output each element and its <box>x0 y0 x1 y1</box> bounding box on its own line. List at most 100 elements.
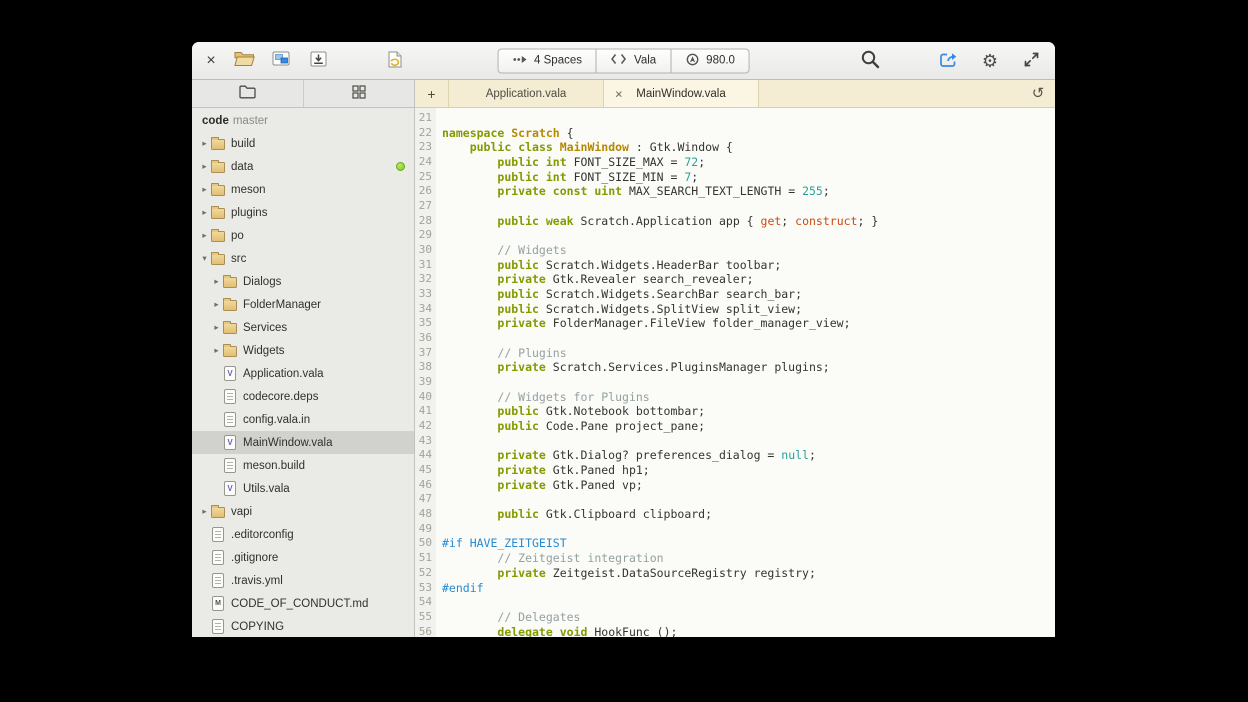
code-line[interactable] <box>442 434 1055 449</box>
code-line[interactable]: private Gtk.Paned vp; <box>442 478 1055 493</box>
code-line[interactable] <box>442 199 1055 214</box>
vala-file-icon: V <box>224 481 236 496</box>
tree-item-dialogs[interactable]: ▸Dialogs <box>192 270 414 293</box>
line-number: 29 <box>415 228 432 243</box>
file-label: Utils.vala <box>243 483 290 495</box>
save-as-button[interactable] <box>304 48 332 74</box>
code-line[interactable] <box>442 492 1055 507</box>
tab-bar-spacer <box>759 80 1021 107</box>
tree-item-foldermanager[interactable]: ▸FolderManager <box>192 293 414 316</box>
tree-item-mainwindow.vala[interactable]: VMainWindow.vala <box>192 431 414 454</box>
code-line[interactable]: // Widgets for Plugins <box>442 390 1055 405</box>
code-line[interactable]: public int FONT_SIZE_MIN = 7; <box>442 170 1055 185</box>
code-line[interactable]: // Plugins <box>442 346 1055 361</box>
tree-item-data[interactable]: ▸data <box>192 155 414 178</box>
code-line[interactable]: public Scratch.Widgets.SplitView split_v… <box>442 302 1055 317</box>
code-line[interactable]: private Gtk.Revealer search_revealer; <box>442 272 1055 287</box>
code-line[interactable]: public Code.Pane project_pane; <box>442 419 1055 434</box>
share-button[interactable] <box>935 48 963 74</box>
code-line[interactable] <box>442 595 1055 610</box>
code-line[interactable]: private const uint MAX_SEARCH_TEXT_LENGT… <box>442 184 1055 199</box>
expander-collapsed-icon[interactable]: ▸ <box>210 322 223 333</box>
tree-item-.travis.yml[interactable]: .travis.yml <box>192 569 414 592</box>
text-file-icon <box>224 389 236 404</box>
code-line[interactable] <box>442 111 1055 126</box>
expander-collapsed-icon[interactable]: ▸ <box>210 276 223 287</box>
code-line[interactable]: // Delegates <box>442 610 1055 625</box>
new-tab-button[interactable]: + <box>415 80 448 107</box>
tree-item-utils.vala[interactable]: V Utils.vala <box>192 477 414 500</box>
expander-collapsed-icon[interactable]: ▸ <box>198 506 211 517</box>
code-line[interactable] <box>442 522 1055 537</box>
expander-collapsed-icon[interactable]: ▸ <box>198 161 211 172</box>
tree-item-.editorconfig[interactable]: .editorconfig <box>192 523 414 546</box>
code-line[interactable]: private Zeitgeist.DataSourceRegistry reg… <box>442 566 1055 581</box>
expander-collapsed-icon[interactable]: ▸ <box>198 184 211 195</box>
line-number: 27 <box>415 199 432 214</box>
search-button[interactable] <box>856 48 884 74</box>
code-line[interactable]: namespace Scratch { <box>442 126 1055 141</box>
goto-line-button[interactable]: 980.0 <box>670 48 750 73</box>
code-line[interactable]: #endif <box>442 581 1055 596</box>
code-line[interactable]: private Gtk.Paned hp1; <box>442 463 1055 478</box>
line-number: 49 <box>415 522 432 537</box>
project-header[interactable]: codemaster <box>192 108 414 132</box>
folder-icon <box>211 231 225 242</box>
code-line[interactable]: delegate void HookFunc (); <box>442 625 1055 637</box>
tree-item-vapi[interactable]: ▸vapi <box>192 500 414 523</box>
templates-button[interactable] <box>267 48 295 74</box>
language-button[interactable]: Vala <box>596 48 671 73</box>
code-line[interactable] <box>442 375 1055 390</box>
expander-collapsed-icon[interactable]: ▸ <box>210 299 223 310</box>
open-button[interactable] <box>230 48 258 74</box>
expander-collapsed-icon[interactable]: ▸ <box>198 230 211 241</box>
tab-close-icon[interactable]: × <box>615 86 623 101</box>
tree-item-plugins[interactable]: ▸plugins <box>192 201 414 224</box>
code-line[interactable]: public Scratch.Widgets.HeaderBar toolbar… <box>442 258 1055 273</box>
code-line[interactable]: private Scratch.Services.PluginsManager … <box>442 360 1055 375</box>
tree-item-application.vala[interactable]: VApplication.vala <box>192 362 414 385</box>
code-line[interactable]: private FolderManager.FileView folder_ma… <box>442 316 1055 331</box>
code-line[interactable]: #if HAVE_ZEITGEIST <box>442 536 1055 551</box>
tree-item-.gitignore[interactable]: .gitignore <box>192 546 414 569</box>
history-button[interactable]: ↺ <box>1021 80 1055 107</box>
expander-collapsed-icon[interactable]: ▸ <box>198 138 211 149</box>
code-line[interactable]: // Zeitgeist integration <box>442 551 1055 566</box>
tab-application-vala[interactable]: Application.vala <box>448 80 604 107</box>
settings-button[interactable]: ⚙ <box>976 48 1004 74</box>
tree-item-src[interactable]: ▾src <box>192 247 414 270</box>
tree-item-build[interactable]: ▸build <box>192 132 414 155</box>
code-line[interactable]: public Gtk.Clipboard clipboard; <box>442 507 1055 522</box>
tree-item-code_of_conduct.md[interactable]: MCODE_OF_CONDUCT.md <box>192 592 414 615</box>
tree-item-po[interactable]: ▸po <box>192 224 414 247</box>
code-line[interactable]: public Scratch.Widgets.SearchBar search_… <box>442 287 1055 302</box>
code-area[interactable]: namespace Scratch { public class MainWin… <box>436 108 1055 637</box>
indent-width-button[interactable]: 4 Spaces <box>497 48 597 73</box>
tree-item-services[interactable]: ▸Services <box>192 316 414 339</box>
code-line[interactable]: public int FONT_SIZE_MAX = 72; <box>442 155 1055 170</box>
tree-item-meson.build[interactable]: meson.build <box>192 454 414 477</box>
code-line[interactable] <box>442 331 1055 346</box>
tree-item-widgets[interactable]: ▸Widgets <box>192 339 414 362</box>
folder-icon <box>223 300 237 311</box>
fullscreen-button[interactable] <box>1017 48 1045 74</box>
tree-item-copying[interactable]: COPYING <box>192 615 414 637</box>
code-line[interactable]: public class MainWindow : Gtk.Window { <box>442 140 1055 155</box>
revert-button[interactable] <box>381 48 409 74</box>
tab-mainwindow-vala[interactable]: × MainWindow.vala <box>603 80 759 107</box>
outline-view-button[interactable] <box>304 80 415 107</box>
expander-expanded-icon[interactable]: ▾ <box>198 253 211 264</box>
expander-collapsed-icon[interactable]: ▸ <box>210 345 223 356</box>
code-line[interactable]: public weak Scratch.Application app { ge… <box>442 214 1055 229</box>
tree-item-meson[interactable]: ▸meson <box>192 178 414 201</box>
project-view-button[interactable] <box>192 80 304 107</box>
expander-collapsed-icon[interactable]: ▸ <box>198 207 211 218</box>
tree-item-config.vala.in[interactable]: config.vala.in <box>192 408 414 431</box>
tree-item-codecore.deps[interactable]: codecore.deps <box>192 385 414 408</box>
code-line[interactable]: public Gtk.Notebook bottombar; <box>442 404 1055 419</box>
code-line[interactable] <box>442 228 1055 243</box>
line-number: 53 <box>415 581 432 596</box>
window-close-button[interactable]: × <box>200 49 222 73</box>
code-line[interactable]: // Widgets <box>442 243 1055 258</box>
code-line[interactable]: private Gtk.Dialog? preferences_dialog =… <box>442 448 1055 463</box>
